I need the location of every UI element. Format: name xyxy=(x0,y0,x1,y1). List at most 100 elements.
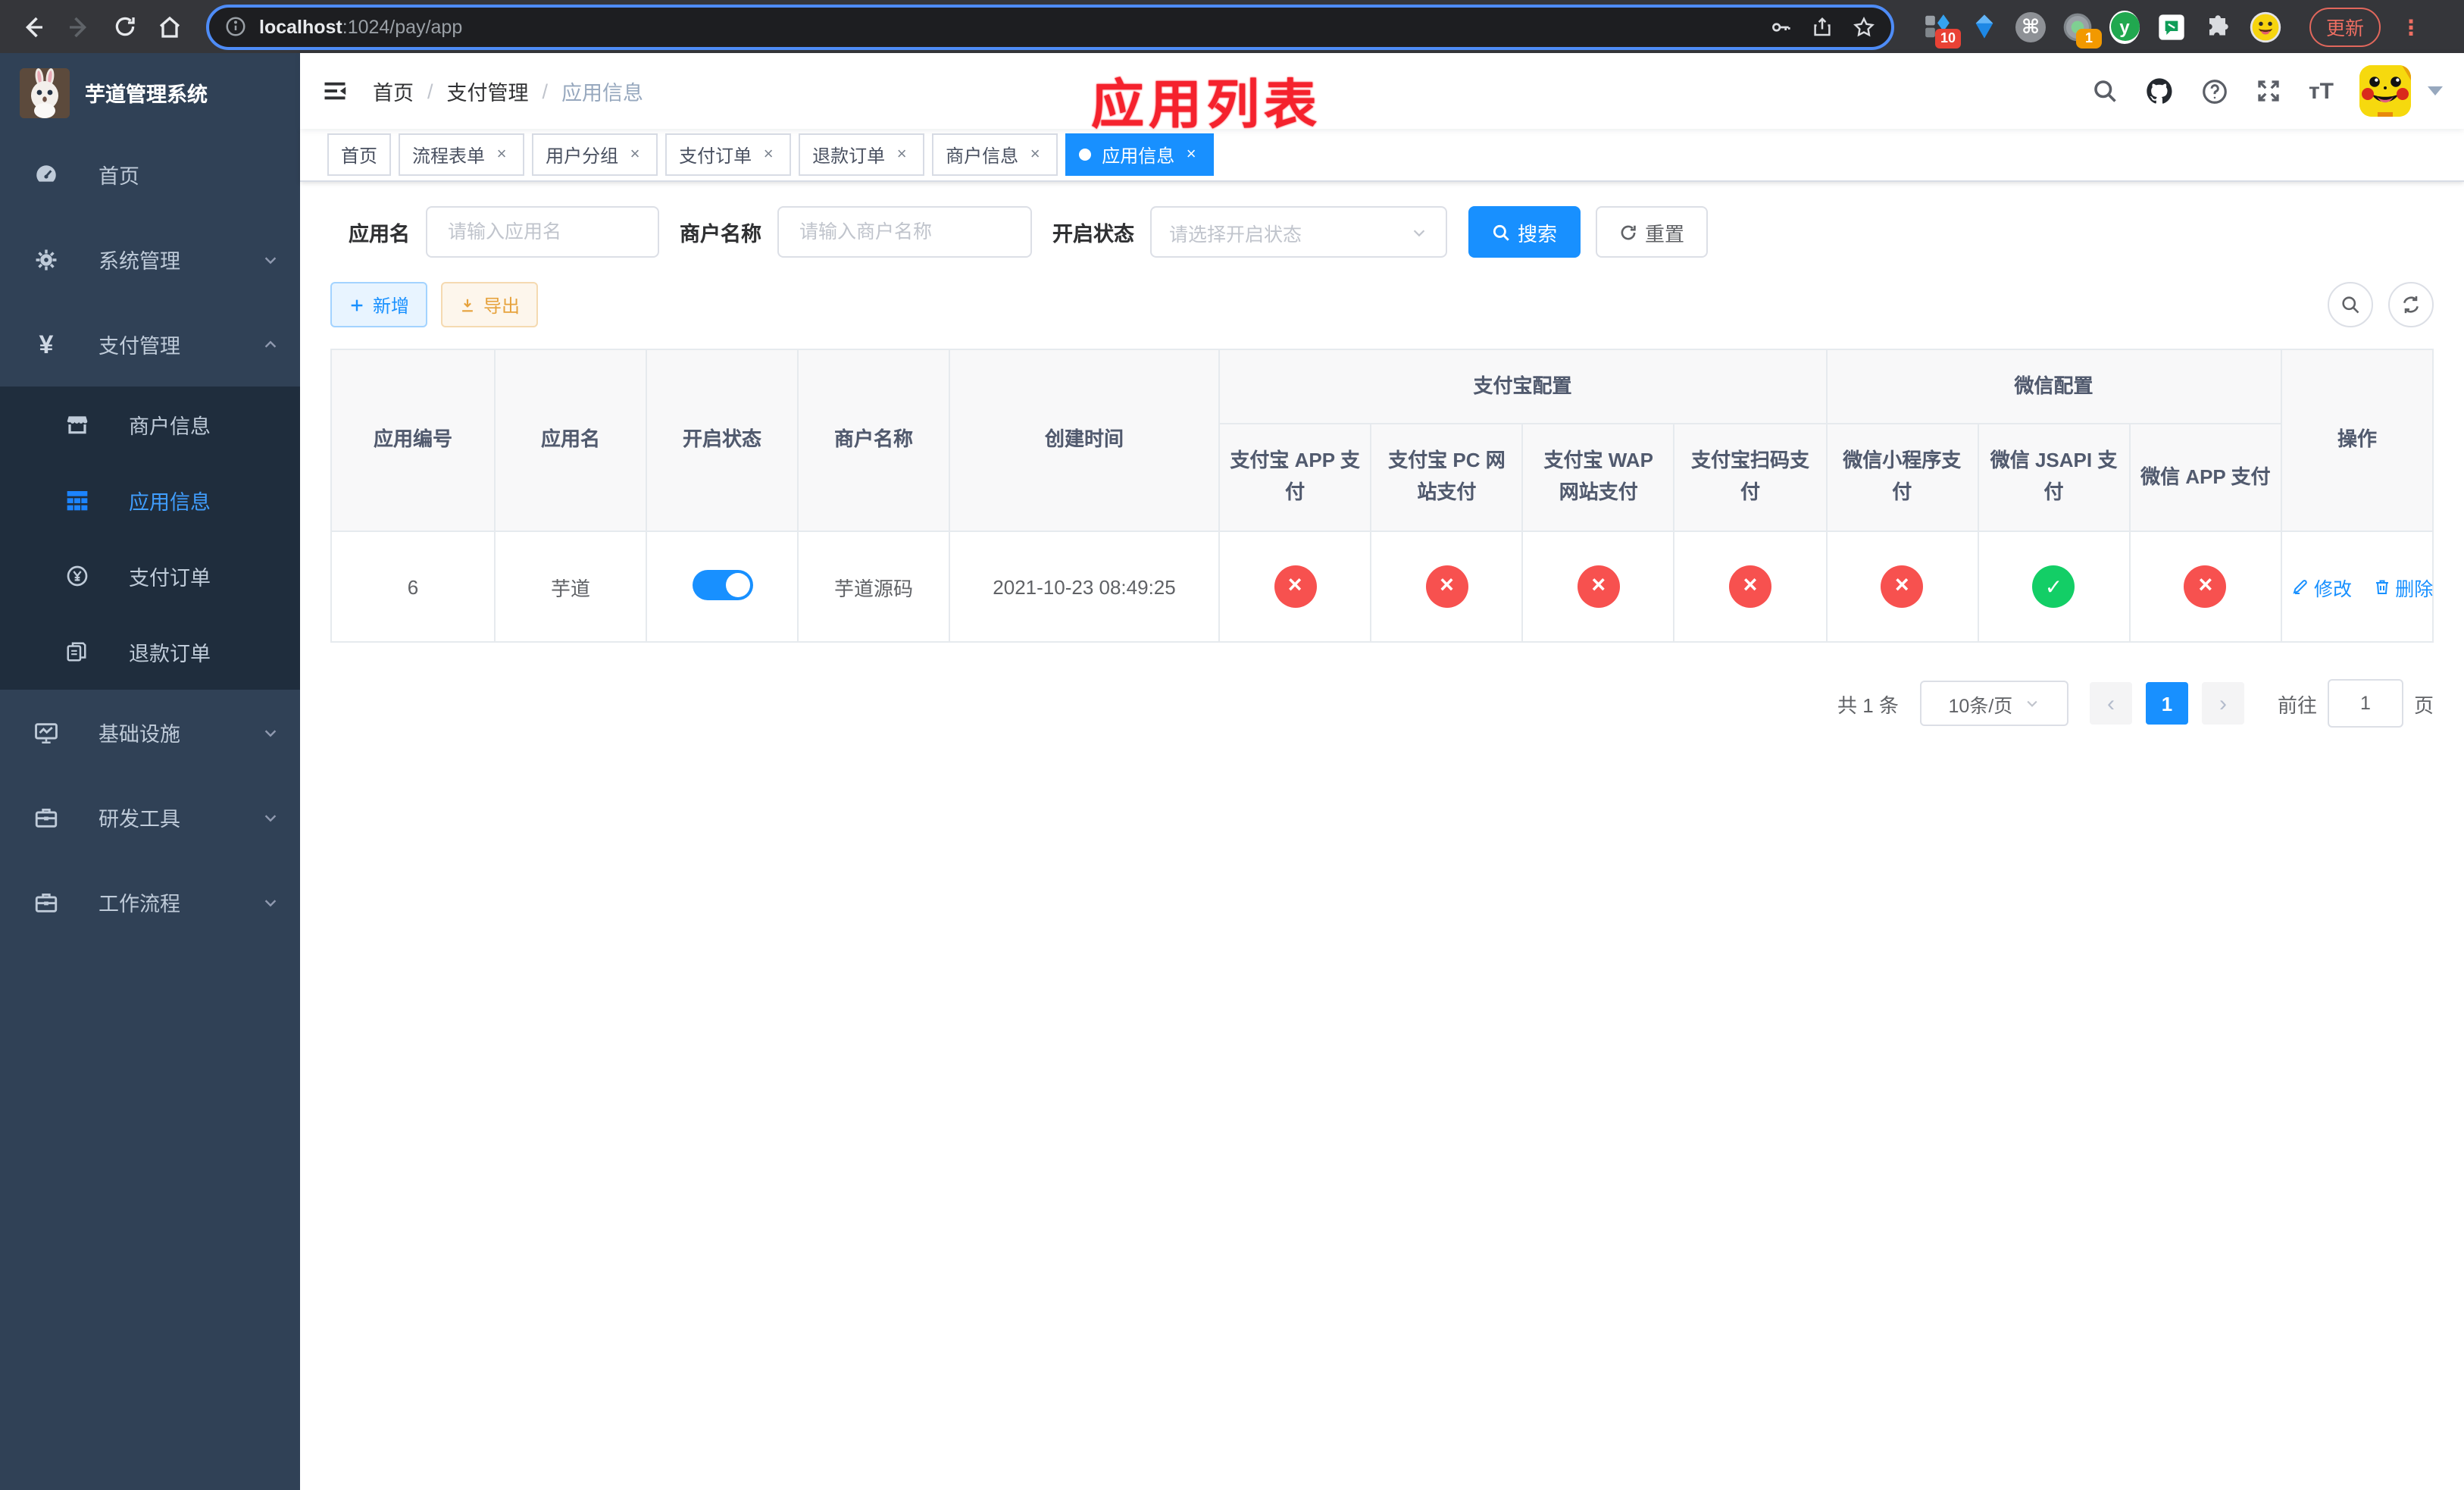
app-name-input-field[interactable] xyxy=(445,220,639,244)
sidebar-item-pay-order[interactable]: 支付订单 xyxy=(0,538,300,614)
breadcrumb-item[interactable]: 首页 xyxy=(373,76,414,106)
sidebar-fold-button[interactable] xyxy=(321,77,349,105)
breadcrumb-item-current: 应用信息 xyxy=(561,82,644,105)
add-button[interactable]: 新增 xyxy=(330,282,428,327)
chevron-down-icon xyxy=(262,891,279,913)
refresh-table-button[interactable] xyxy=(2388,282,2434,327)
sidebar-item-home[interactable]: 首页 xyxy=(0,132,300,217)
plus-icon xyxy=(351,299,363,311)
browser-home-button[interactable] xyxy=(149,5,191,48)
password-key-icon[interactable] xyxy=(1768,14,1793,39)
tab-pay-order[interactable]: 支付订单 × xyxy=(665,133,792,176)
user-avatar[interactable] xyxy=(2359,65,2411,117)
pay-submenu: 商户信息 应用信息 支付订单 退款订单 xyxy=(0,387,300,690)
col-header-alipay-app: 支付宝 APP 支付 xyxy=(1218,423,1372,532)
font-size-icon[interactable]: ᴛT xyxy=(2309,78,2334,104)
sidebar-item-devtool[interactable]: 研发工具 xyxy=(0,775,300,859)
goto-page-input[interactable] xyxy=(2327,679,2403,728)
sidebar-item-system[interactable]: 系统管理 xyxy=(0,217,300,302)
search-icon xyxy=(1492,224,1509,240)
ext-chat-icon[interactable] xyxy=(2156,11,2187,42)
browser-toolbar: localhost:1024/pay/app 10 ⌘ 1 y 更新 ⋮ xyxy=(0,0,2464,53)
extensions-puzzle-icon[interactable] xyxy=(2203,11,2234,42)
close-icon[interactable]: × xyxy=(1182,146,1200,164)
tab-refund-order[interactable]: 退款订单 × xyxy=(799,133,925,176)
tab-merchant-info[interactable]: 商户信息 × xyxy=(932,133,1058,176)
browser-forward-button[interactable] xyxy=(58,5,100,48)
y-glyph: y xyxy=(2110,12,2139,41)
sidebar-item-merchant-info[interactable]: 商户信息 xyxy=(0,387,300,462)
tab-app-info[interactable]: 应用信息 × xyxy=(1065,133,1215,176)
open-status-select[interactable]: 请选择开启状态 xyxy=(1149,206,1446,258)
toggle-search-button[interactable] xyxy=(2328,282,2373,327)
page-size-select[interactable]: 10条/页 xyxy=(1919,681,2068,726)
close-icon[interactable]: × xyxy=(492,146,511,164)
sidebar-item-label: 工作流程 xyxy=(98,893,180,916)
sidebar: 芋道管理系统 首页 系统管理 ¥ 支付管理 商户信息 应用信息 支付订单 退款订… xyxy=(0,53,300,1490)
ext-gem-icon[interactable] xyxy=(1968,11,1999,42)
breadcrumb-item[interactable]: 支付管理 xyxy=(447,76,529,106)
sidebar-item-label: 应用信息 xyxy=(129,491,211,514)
page-number-1[interactable]: 1 xyxy=(2145,682,2188,725)
tab-home[interactable]: 首页 xyxy=(327,133,392,176)
search-icon[interactable] xyxy=(2092,77,2119,105)
bookmark-star-icon[interactable] xyxy=(1852,14,1876,39)
status-toggle[interactable] xyxy=(692,569,752,599)
reset-button[interactable]: 重置 xyxy=(1595,206,1708,258)
brand-logo-rabbit xyxy=(20,67,70,117)
brand[interactable]: 芋道管理系统 xyxy=(0,53,300,132)
col-header-wx-jsapi: 微信 JSAPI 支付 xyxy=(1977,423,2131,532)
sidebar-item-app-info[interactable]: 应用信息 xyxy=(0,462,300,538)
avatar-caret-icon[interactable] xyxy=(2428,86,2443,95)
edit-link[interactable]: 修改 xyxy=(2291,572,2352,601)
export-button[interactable]: 导出 xyxy=(441,282,539,327)
browser-update-button[interactable]: 更新 xyxy=(2309,7,2381,46)
tab-flow-form[interactable]: 流程表单 × xyxy=(399,133,525,176)
main-area: 应用列表 首页 / 支付管理 / 应用信息 ᴛT 首页 流程表单 × 用户分组 … xyxy=(300,53,2464,1490)
share-icon[interactable] xyxy=(1811,14,1834,39)
close-icon[interactable]: × xyxy=(893,146,911,164)
delete-link[interactable]: 删除 xyxy=(2372,572,2433,601)
group-header-alipay: 支付宝配置 xyxy=(1218,349,1828,424)
ext-green-y-icon[interactable]: y xyxy=(2109,10,2140,43)
browser-reload-button[interactable] xyxy=(103,5,145,48)
prev-page-button[interactable]: ‹ xyxy=(2089,682,2132,725)
reload-icon xyxy=(114,17,134,36)
chevron-down-icon xyxy=(1412,229,1424,236)
github-icon[interactable] xyxy=(2145,76,2175,106)
tab-user-group[interactable]: 用户分组 × xyxy=(532,133,658,176)
tab-label: 流程表单 xyxy=(412,145,486,166)
col-header-alipay-wap: 支付宝 WAP 网站支付 xyxy=(1521,423,1675,532)
goto-unit-label: 页 xyxy=(2413,693,2434,716)
sidebar-item-infra[interactable]: 基础设施 xyxy=(0,690,300,775)
sidebar-item-pay[interactable]: ¥ 支付管理 xyxy=(0,302,300,387)
ext-badge: 1 xyxy=(2076,28,2102,48)
sidebar-item-refund-order[interactable]: 退款订单 xyxy=(0,614,300,690)
ext-command-icon[interactable]: ⌘ xyxy=(2015,11,2046,42)
breadcrumb: 首页 / 支付管理 / 应用信息 xyxy=(373,76,643,106)
close-icon[interactable]: × xyxy=(1026,146,1044,164)
close-icon[interactable]: × xyxy=(626,146,644,164)
cell-merchant: 芋道源码 xyxy=(797,531,950,643)
merchant-name-input[interactable] xyxy=(777,206,1031,258)
yen-circle-icon xyxy=(64,564,89,588)
browser-profile-avatar[interactable] xyxy=(2250,11,2281,42)
help-icon[interactable] xyxy=(2201,77,2230,105)
url-bar[interactable]: localhost:1024/pay/app xyxy=(206,4,1894,49)
fullscreen-icon[interactable] xyxy=(2256,77,2283,105)
sidebar-item-workflow[interactable]: 工作流程 xyxy=(0,859,300,944)
app-name-input[interactable] xyxy=(425,206,658,258)
url-path: :1024/pay/app xyxy=(342,16,463,37)
col-header-wx-app: 微信 APP 支付 xyxy=(2128,423,2283,532)
puzzle-glyph xyxy=(2209,14,2228,35)
next-page-button[interactable]: › xyxy=(2201,682,2244,725)
chevron-down-icon xyxy=(2027,700,2037,707)
site-info-icon[interactable] xyxy=(224,15,247,38)
ext-measure-icon[interactable]: 10 xyxy=(1921,11,1961,48)
ext-camera-icon[interactable]: 1 xyxy=(2062,11,2102,48)
search-button[interactable]: 搜索 xyxy=(1468,206,1581,258)
browser-back-button[interactable] xyxy=(12,5,55,48)
close-icon[interactable]: × xyxy=(759,146,777,164)
merchant-name-input-field[interactable] xyxy=(796,220,1012,244)
browser-menu-button[interactable]: ⋮ xyxy=(2400,16,2422,37)
